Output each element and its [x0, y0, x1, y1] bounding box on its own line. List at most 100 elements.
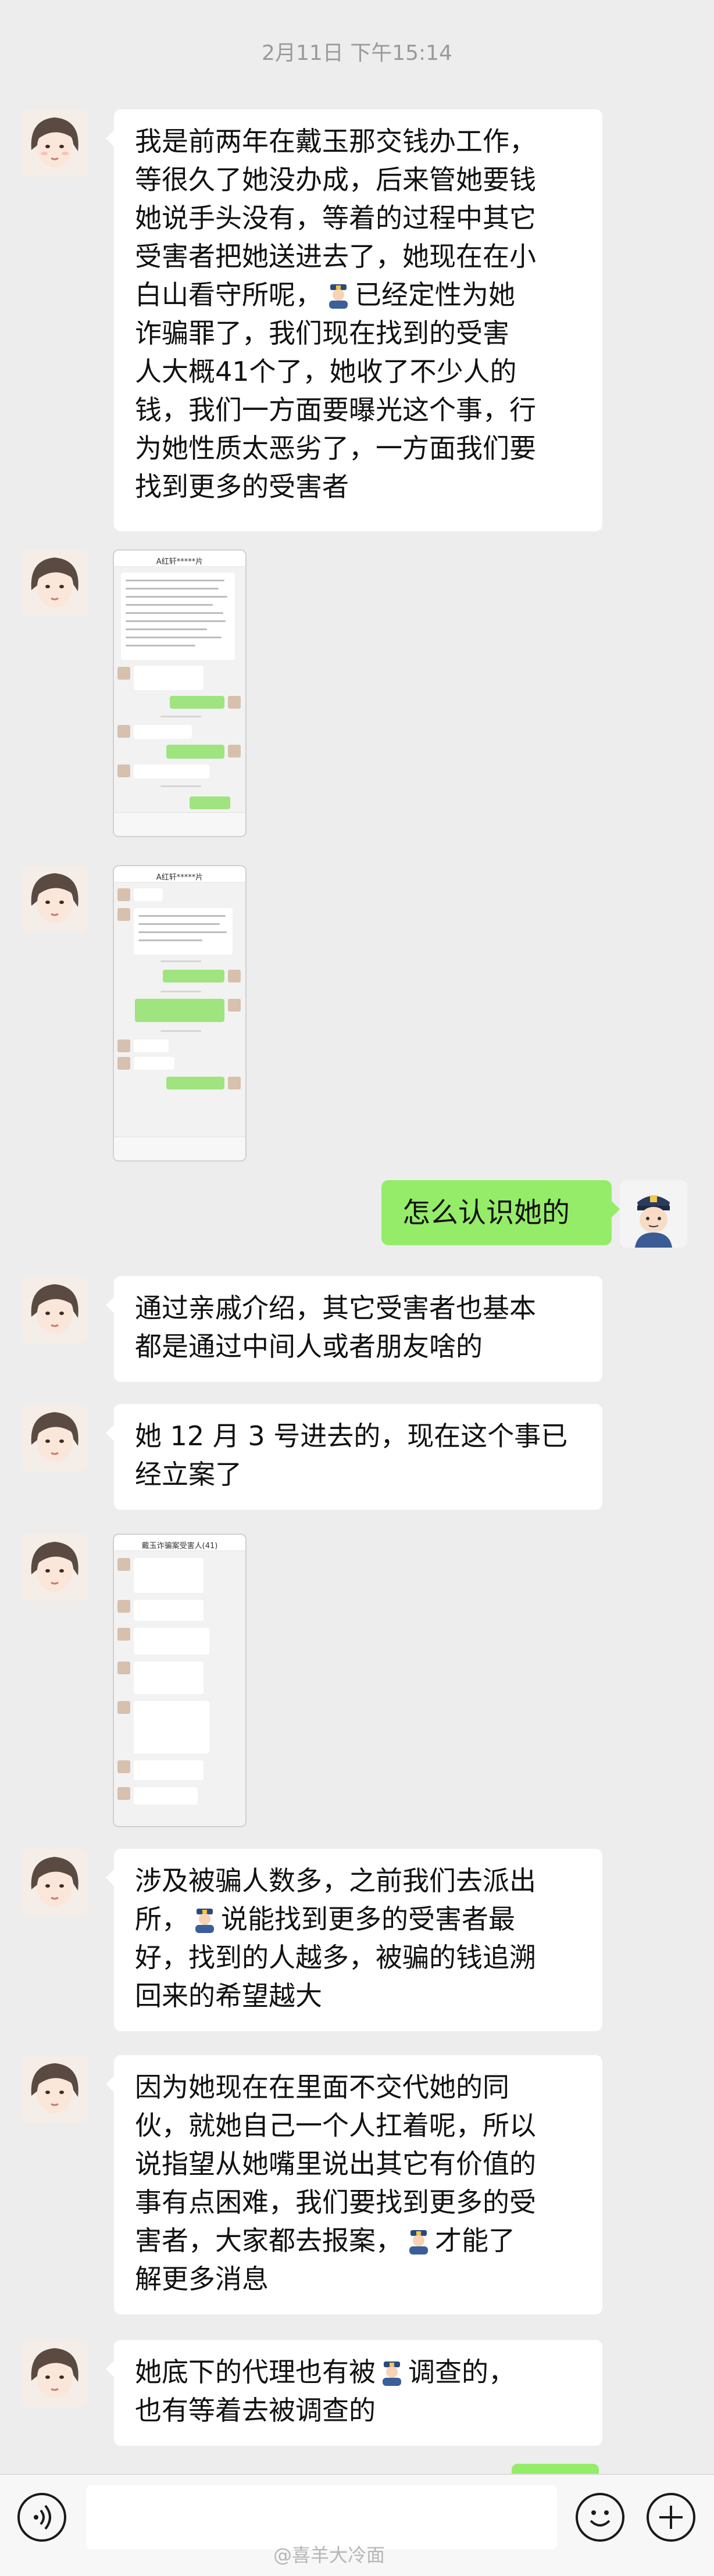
message-line: 受害者把她送进去了，她现在在小 — [135, 241, 536, 272]
message-fragment: 害者，大家都去报案， — [135, 2225, 402, 2256]
chat-screenshot-image[interactable]: 戴玉诈骗案受害人(41) — [113, 1534, 247, 1827]
contact-avatar[interactable] — [21, 109, 88, 177]
message-line: 回来的希望越大 — [135, 1980, 322, 2012]
message-line: 白山看守所呢， 已经定性为她 — [135, 276, 581, 314]
message-line: 诈骗罪了，我们现在找到的受害 — [135, 317, 509, 349]
emoji-button[interactable] — [576, 2493, 624, 2542]
screenshot-received-bubble — [134, 1701, 209, 1753]
screenshot-received-bubble — [134, 666, 204, 690]
message-bubble-received[interactable]: 因为她现在在里面不交代她的同 伙，就她自己一个人扛着呢，所以 说指望从她嘴里说出… — [106, 2055, 602, 2314]
message-line: 等很久了她没办成，后来管她要钱 — [135, 164, 536, 195]
message-line: 她底下的代理也有被 调查的， — [135, 2353, 581, 2391]
my-avatar[interactable] — [620, 1180, 687, 1248]
plus-button[interactable] — [647, 2493, 695, 2542]
message-line: 伙，就她自己一个人扛着呢，所以 — [135, 2110, 536, 2141]
screenshot-chat-area — [114, 567, 245, 813]
screenshot-title: A红轩*****片 — [114, 551, 245, 567]
contact-avatar[interactable] — [21, 865, 88, 932]
message-line: 解更多消息 — [135, 2263, 269, 2295]
screenshot-sent-bubble — [190, 796, 230, 809]
message-line: 涉及被骗人数多，之前我们去派出 — [135, 1865, 536, 1896]
girl-avatar-icon — [21, 549, 88, 617]
emoji-icon — [590, 2510, 611, 2527]
contact-avatar[interactable] — [21, 549, 88, 617]
plus-icon — [659, 2506, 683, 2529]
police-officer-icon — [191, 1905, 219, 1933]
message-line: 因为她现在在里面不交代她的同 — [135, 2071, 509, 2103]
message-fragment: 已经定性为她 — [355, 279, 515, 310]
contact-avatar[interactable] — [21, 1276, 88, 1344]
girl-avatar-icon — [21, 1276, 88, 1344]
message-fragment: 调查的， — [408, 2356, 515, 2388]
message-bubble-sent[interactable] — [512, 2464, 599, 2474]
contact-avatar[interactable] — [21, 2055, 88, 2123]
screenshot-received-bubble — [134, 764, 209, 778]
girl-avatar-icon — [21, 1404, 88, 1471]
contact-avatar[interactable] — [21, 1534, 88, 1601]
girl-avatar-icon — [21, 2340, 88, 2407]
contact-avatar[interactable] — [21, 1849, 88, 1916]
screenshot-received-bubble — [134, 1558, 204, 1593]
police-officer-icon — [324, 280, 352, 309]
girl-avatar-icon — [21, 2055, 88, 2123]
message-fragment: 白山看守所呢， — [135, 279, 322, 310]
message-fragment: 说能找到更多的受害者最 — [221, 1903, 515, 1935]
girl-avatar-icon — [21, 1534, 88, 1601]
message-bubble-received[interactable]: 她 12 月 3 号进去的，现在这个事已 经立案了 — [106, 1404, 602, 1510]
message-line: 通过亲戚介绍，其它受害者也基本 — [135, 1292, 536, 1324]
message-line: 经立案了 — [135, 1459, 242, 1490]
screenshot-sent-bubble — [166, 1077, 224, 1089]
watermark: @喜羊大冷面 — [273, 2544, 385, 2566]
contact-avatar[interactable] — [21, 2340, 88, 2407]
message-line: 她说手头没有，等着的过程中其它 — [135, 202, 536, 234]
screenshot-input-bar — [114, 1137, 245, 1160]
message-line: 钱，我们一方面要曝光这个事，行 — [135, 394, 536, 426]
message-bubble-received[interactable]: 通过亲戚介绍，其它受害者也基本 都是通过中间人或者朋友啥的 — [106, 1276, 602, 1382]
girl-avatar-icon — [21, 109, 88, 177]
screenshot-received-bubble — [134, 1787, 198, 1805]
police-officer-avatar-icon — [620, 1180, 687, 1248]
screenshot-input-bar — [114, 812, 245, 836]
screenshot-received-bubble — [134, 1760, 204, 1780]
message-fragment: 她底下的代理也有被 — [135, 2356, 376, 2388]
message-line: 说指望从她嘴里说出其它有价值的 — [135, 2148, 536, 2180]
message-line: 都是通过中间人或者朋友啥的 — [135, 1331, 483, 1362]
screenshot-sent-bubble — [170, 696, 224, 709]
message-input[interactable] — [86, 2485, 557, 2549]
screenshot-chat-area — [114, 883, 245, 1137]
message-fragment: 才能了 — [435, 2225, 515, 2256]
screenshot-title: 戴玉诈骗案受害人(41) — [114, 1535, 245, 1551]
contact-avatar[interactable] — [21, 1404, 88, 1471]
screenshot-received-bubble — [134, 1057, 174, 1070]
message-line: 她 12 月 3 号进去的，现在这个事已 — [135, 1420, 568, 1452]
screenshot-received-bubble — [134, 888, 163, 901]
message-line: 事有点困难，我们要找到更多的受 — [135, 2186, 536, 2218]
screenshot-title: A红轩*****片 — [114, 866, 245, 883]
screenshot-received-bubble — [134, 1039, 169, 1052]
screenshot-sent-bubble — [135, 999, 224, 1022]
message-line: 怎么认识她的 — [402, 1196, 570, 1229]
message-line: 害者，大家都去报案， 才能了 — [135, 2221, 581, 2260]
screenshot-received-bubble — [134, 1628, 209, 1655]
police-officer-icon — [378, 2357, 406, 2386]
message-bubble-received[interactable]: 她底下的代理也有被 调查的， 也有等着去被调查的 — [106, 2340, 602, 2446]
screenshot-received-bubble — [134, 725, 192, 739]
message-bubble-sent[interactable]: 怎么认识她的 — [381, 1180, 620, 1245]
screenshot-chat-area — [114, 1551, 245, 1826]
message-bubble-received[interactable]: 涉及被骗人数多，之前我们去派出 所， 说能找到更多的受害者最 好，找到的人越多，被… — [106, 1849, 602, 2031]
chat-timestamp: 2月11日 下午15:14 — [262, 41, 452, 65]
girl-avatar-icon — [21, 1849, 88, 1916]
voice-button[interactable] — [17, 2493, 66, 2542]
screenshot-received-bubble — [134, 1600, 204, 1621]
message-bubble-received[interactable]: 我是前两年在戴玉那交钱办工作， 等很久了她没办成，后来管她要钱 她说手头没有，等… — [106, 109, 602, 531]
screenshot-sent-bubble — [163, 970, 224, 982]
screenshot-received-bubble — [121, 573, 235, 660]
message-line: 人大概41个了，她收了不少人的 — [135, 356, 517, 387]
chat-screenshot-image[interactable]: A红轩*****片 — [113, 865, 247, 1162]
police-officer-icon — [405, 2226, 433, 2255]
message-line: 为她性质太恶劣了，一方面我们要 — [135, 433, 536, 464]
chat-screenshot-image[interactable]: A红轩*****片 — [113, 549, 247, 837]
girl-avatar-icon — [21, 865, 88, 932]
message-line: 我是前两年在戴玉那交钱办工作， — [135, 126, 536, 157]
voice-icon — [34, 2504, 51, 2530]
